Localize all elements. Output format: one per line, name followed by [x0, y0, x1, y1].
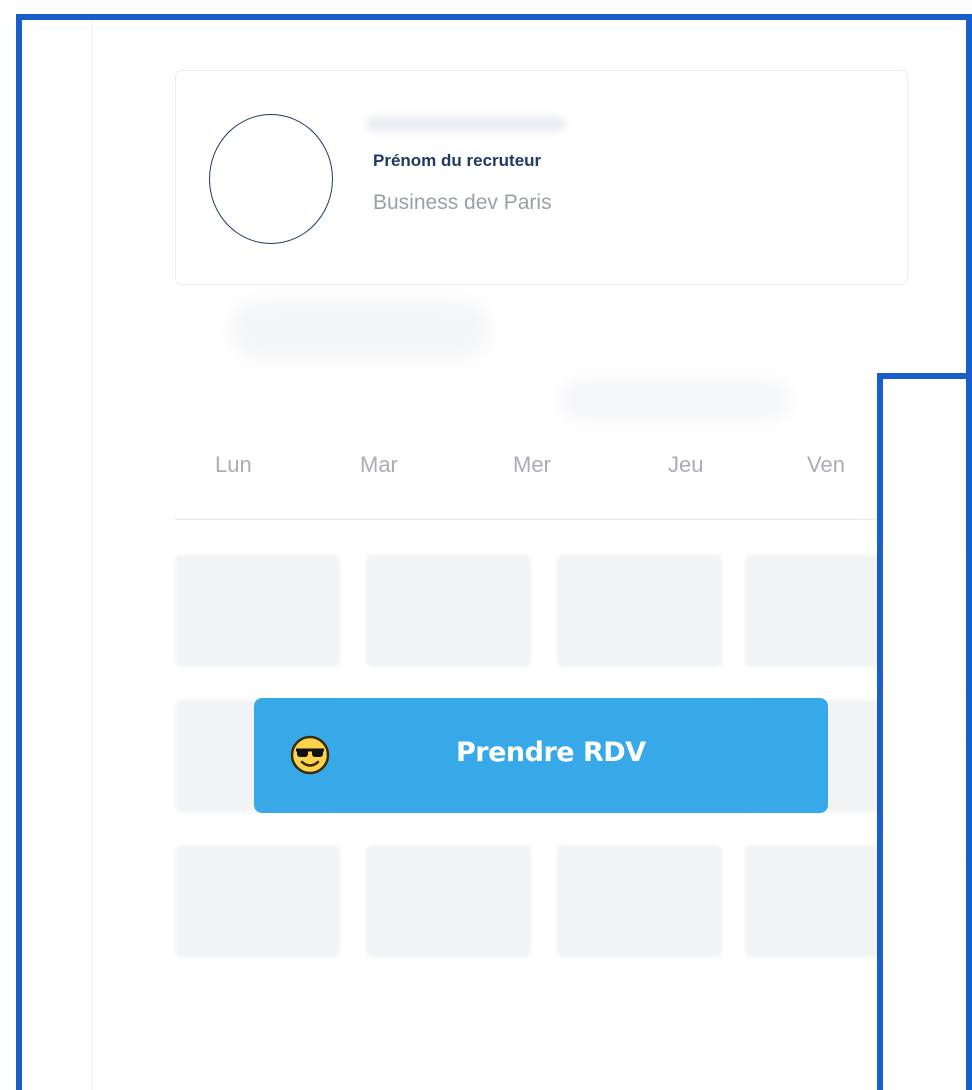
outer-frame — [16, 14, 972, 1090]
